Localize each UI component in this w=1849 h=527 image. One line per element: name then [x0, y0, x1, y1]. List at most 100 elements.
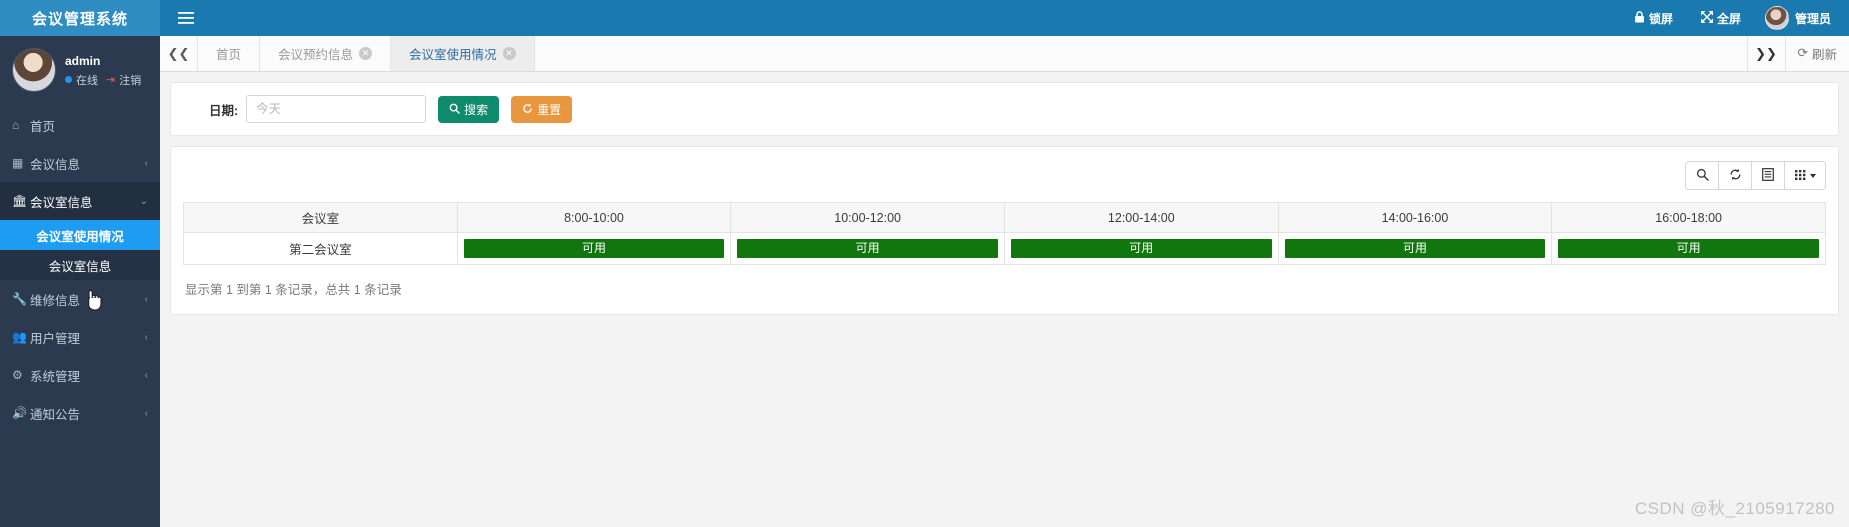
chevron-down-icon: [1809, 173, 1816, 178]
cell-slot-4[interactable]: 可用: [1277, 232, 1553, 265]
date-input[interactable]: [246, 95, 427, 123]
cell-slot-5[interactable]: 可用: [1551, 232, 1826, 265]
sidebar-subitem-label: 会议室使用情况: [36, 229, 124, 244]
sidebar-item-home[interactable]: ⌂ 首页: [0, 106, 160, 144]
sidebar-item-maintenance-info[interactable]: 🔧 维修信息 ‹: [0, 280, 160, 318]
logout-icon[interactable]: ⇥: [106, 73, 115, 86]
sidebar-subitem-label: 会议室信息: [48, 259, 112, 274]
toolbar-search-button[interactable]: [1686, 162, 1719, 189]
sidebar-item-meeting-info[interactable]: ▦ 会议信息 ‹: [0, 144, 160, 182]
table-body: 第二会议室 可用 可用 可用 可用 可用: [183, 232, 1826, 265]
status-badge: 可用: [1010, 239, 1272, 258]
close-icon[interactable]: ✕: [502, 47, 516, 60]
profile-avatar: [12, 48, 56, 92]
tab-label: 首页: [216, 48, 242, 62]
logout-label[interactable]: 注销: [119, 72, 141, 88]
column-header-slot2[interactable]: 10:00-12:00: [730, 202, 1005, 233]
home-icon: ⌂: [12, 118, 20, 132]
profile-name: admin: [65, 53, 101, 68]
tab-room-usage[interactable]: 会议室使用情况 ✕: [391, 36, 535, 71]
sidebar-item-system-management[interactable]: ⚙ 系统管理 ‹: [0, 356, 160, 394]
sidebar-item-label: 维修信息: [30, 293, 81, 308]
tab-refresh-button[interactable]: ⟳ 刷新: [1786, 36, 1849, 71]
sidebar-item-label: 首页: [30, 119, 56, 134]
lock-icon: [1634, 11, 1645, 25]
search-icon: [1696, 168, 1709, 183]
tab-meeting-booking[interactable]: 会议预约信息 ✕: [260, 36, 392, 71]
calendar-icon: ▦: [12, 156, 24, 170]
double-chevron-left-icon[interactable]: ❮❮: [160, 36, 198, 71]
sidebar-subitem-room-info[interactable]: 会议室信息: [0, 250, 160, 280]
sidebar-submenu-meeting-room: 会议室使用情况 会议室信息: [0, 220, 160, 280]
sidebar-item-label: 系统管理: [30, 369, 81, 384]
toolbar-columns-button[interactable]: [1785, 162, 1825, 189]
column-header-room[interactable]: 会议室: [183, 202, 458, 233]
table-row[interactable]: 第二会议室 可用 可用 可用 可用 可用: [183, 232, 1826, 265]
table-record-summary: 显示第 1 到第 1 条记录，总共 1 条记录: [185, 283, 402, 297]
search-button-label: 搜索: [464, 102, 489, 117]
reset-button[interactable]: 重置: [511, 95, 573, 123]
status-badge: 可用: [1284, 239, 1546, 258]
list-icon: [1762, 168, 1774, 183]
lock-screen-button[interactable]: 锁屏: [1620, 0, 1687, 36]
status-badge: 可用: [1558, 239, 1819, 258]
fullscreen-label: 全屏: [1716, 11, 1741, 26]
chevron-left-icon: ‹: [144, 293, 148, 305]
tab-refresh-label: 刷新: [1811, 48, 1837, 62]
sidebar-profile: admin 在线 ⇥ 注销: [0, 36, 160, 106]
tab-bar: ❮❮ 首页 会议预约信息 ✕ 会议室使用情况 ✕ ❯❯ ⟳ 刷新: [160, 36, 1849, 72]
cell-slot-1[interactable]: 可用: [456, 232, 732, 265]
fullscreen-button[interactable]: 全屏: [1687, 0, 1755, 36]
sidebar-item-label: 通知公告: [30, 407, 81, 422]
close-icon[interactable]: ✕: [359, 47, 373, 60]
hamburger-icon[interactable]: [160, 0, 212, 36]
refresh-icon: [522, 103, 533, 116]
double-chevron-right-icon[interactable]: ❯❯: [1748, 36, 1786, 71]
online-status-label: 在线: [76, 74, 98, 87]
chevron-left-icon: ‹: [144, 331, 148, 343]
top-header: 会议管理系统 锁屏 全屏 管理员: [0, 0, 1849, 36]
search-icon: [449, 103, 460, 116]
cell-slot-3[interactable]: 可用: [1003, 232, 1279, 265]
sidebar-subitem-room-usage[interactable]: 会议室使用情况: [0, 220, 160, 250]
refresh-icon: [1729, 168, 1742, 183]
refresh-icon: ⟳: [1797, 46, 1808, 61]
date-label: 日期:: [209, 103, 239, 118]
user-menu-button[interactable]: 管理员: [1755, 0, 1839, 36]
table-panel: 会议室 8:00-10:00 10:00-12:00 12:00-14:00 1…: [170, 146, 1839, 315]
sidebar-item-label: 用户管理: [30, 331, 81, 346]
reset-button-label: 重置: [537, 102, 562, 117]
toolbar-refresh-button[interactable]: [1719, 162, 1752, 189]
table-header-row: 会议室 8:00-10:00 10:00-12:00 12:00-14:00 1…: [183, 202, 1826, 233]
sidebar-menu: ⌂ 首页 ▦ 会议信息 ‹ 🏛 会议室信息 ⌄ 会议室使用情况 会议室信息 🔧 …: [0, 106, 160, 432]
bank-icon: 🏛: [12, 194, 28, 208]
app-root: 会议管理系统 锁屏 全屏 管理员 admin 在线 ⇥ 注销 ⌂ 首页 ▦ 会议…: [0, 0, 1849, 527]
column-header-slot4[interactable]: 14:00-16:00: [1277, 202, 1553, 233]
sidebar-item-notice[interactable]: 🔊 通知公告 ‹: [0, 394, 160, 432]
chevron-down-icon: ⌄: [139, 195, 148, 207]
cell-slot-2[interactable]: 可用: [730, 232, 1005, 265]
table-toolbar: [183, 157, 1826, 202]
column-header-slot3[interactable]: 12:00-14:00: [1003, 202, 1279, 233]
sidebar-item-label: 会议室信息: [30, 195, 93, 210]
sidebar: admin 在线 ⇥ 注销 ⌂ 首页 ▦ 会议信息 ‹ 🏛 会议室信息 ⌄ 会议…: [0, 36, 160, 527]
users-icon: 👥: [12, 330, 27, 344]
search-button[interactable]: 搜索: [438, 95, 500, 123]
column-header-slot5[interactable]: 16:00-18:00: [1551, 202, 1826, 233]
megaphone-icon: 🔊: [12, 406, 27, 420]
avatar: [1764, 6, 1789, 30]
wrench-icon: 🔧: [12, 292, 27, 306]
chevron-left-icon: ‹: [144, 369, 148, 381]
fullscreen-icon: [1700, 11, 1713, 25]
tab-home[interactable]: 首页: [198, 36, 261, 71]
column-header-slot1[interactable]: 8:00-10:00: [456, 202, 732, 233]
sidebar-item-user-management[interactable]: 👥 用户管理 ‹: [0, 318, 160, 356]
tab-spacer: [535, 36, 1748, 71]
tab-label: 会议预约信息: [278, 48, 354, 62]
sidebar-item-meeting-room-info[interactable]: 🏛 会议室信息 ⌄: [0, 182, 160, 220]
lock-screen-label: 锁屏: [1648, 11, 1673, 26]
user-menu-label: 管理员: [1794, 11, 1831, 26]
status-badge: 可用: [737, 239, 998, 258]
gear-icon: ⚙: [12, 368, 23, 382]
toolbar-toggle-view-button[interactable]: [1752, 162, 1785, 189]
